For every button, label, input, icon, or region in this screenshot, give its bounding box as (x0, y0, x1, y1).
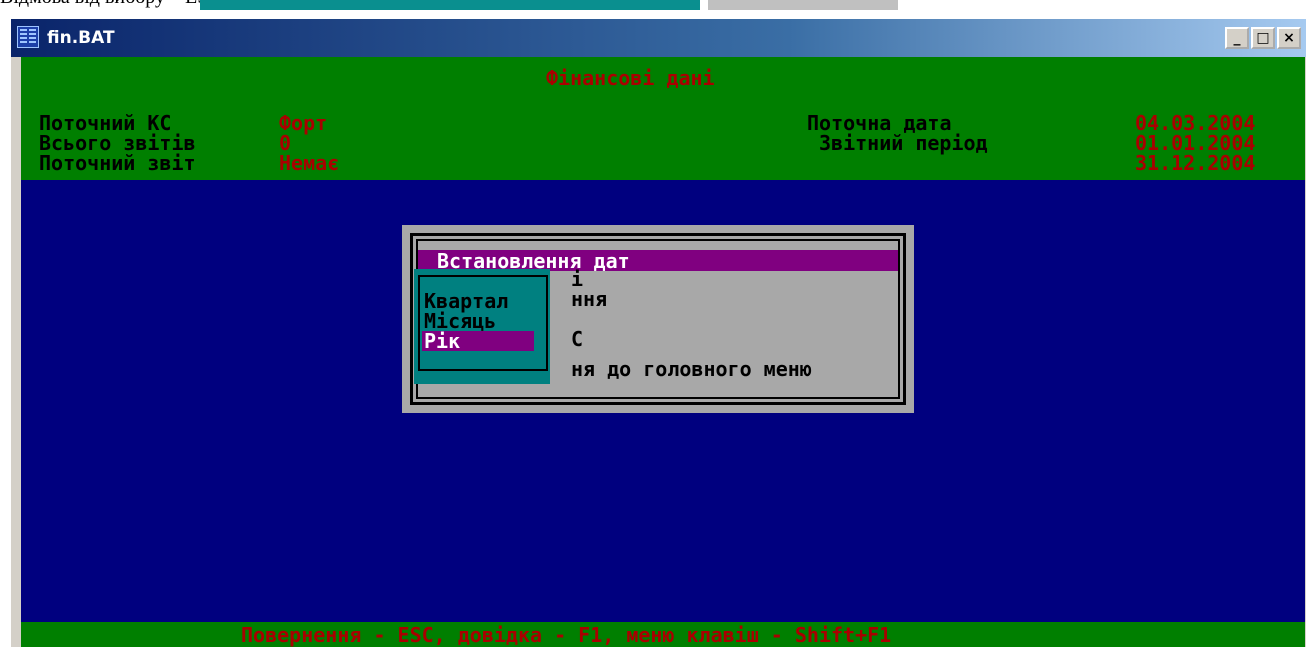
dialog-title: Встановлення дат (437, 249, 630, 273)
app-icon (17, 26, 39, 48)
window-title: fin.BAT (47, 28, 115, 48)
document-strip-grey (708, 0, 898, 10)
current-date-label: Поточна дата (807, 111, 952, 135)
maximize-button[interactable]: □ (1251, 27, 1275, 49)
total-reports-value: 0 (279, 131, 292, 155)
document-strip (200, 0, 700, 10)
submenu-item-month[interactable]: Місяць (424, 311, 496, 331)
current-report-label: Поточний звіт (39, 151, 196, 175)
submenu-item-quarter[interactable]: Квартал (424, 291, 508, 311)
period-end-value: 31.12.2004 (1135, 151, 1256, 175)
current-date-value: 04.03.2004 (1135, 111, 1256, 135)
dialog-item-2[interactable]: ння (571, 289, 607, 309)
console-area[interactable]: Фінансові дані Поточний КС Форт Всього з… (21, 57, 1305, 647)
period-submenu: Квартал Місяць Рік (414, 269, 550, 384)
current-ks-label: Поточний КС (39, 111, 172, 135)
period-start-value: 01.01.2004 (1135, 131, 1256, 155)
document-partial-text: Відмова від вибору – ESC. (0, 0, 227, 9)
title-bar[interactable]: fin.BAT _ □ × (11, 19, 1306, 57)
app-title: Фінансові дані (546, 66, 715, 90)
console-window: fin.BAT _ □ × Фінансові дані Поточний КС… (10, 18, 1306, 647)
status-bar: Повернення - ESC, довідка - F1, меню кла… (21, 622, 1305, 647)
dialog-item-1[interactable]: і (571, 269, 583, 289)
minimize-button[interactable]: _ (1225, 27, 1249, 49)
dialog-item-3[interactable]: С (571, 329, 583, 349)
dialog-item-main-menu[interactable]: ня до головного меню (571, 359, 812, 379)
header-panel: Фінансові дані Поточний КС Форт Всього з… (21, 57, 1305, 180)
current-report-value: Немає (279, 151, 340, 175)
total-reports-label: Всього звітів (39, 131, 196, 155)
status-hint: Повернення - ESC, довідка - F1, меню кла… (241, 623, 892, 647)
submenu-item-year[interactable]: Рік (424, 331, 460, 351)
close-button[interactable]: × (1277, 27, 1301, 49)
current-ks-value: Форт (279, 111, 328, 135)
period-label: Звітний період (819, 131, 988, 155)
